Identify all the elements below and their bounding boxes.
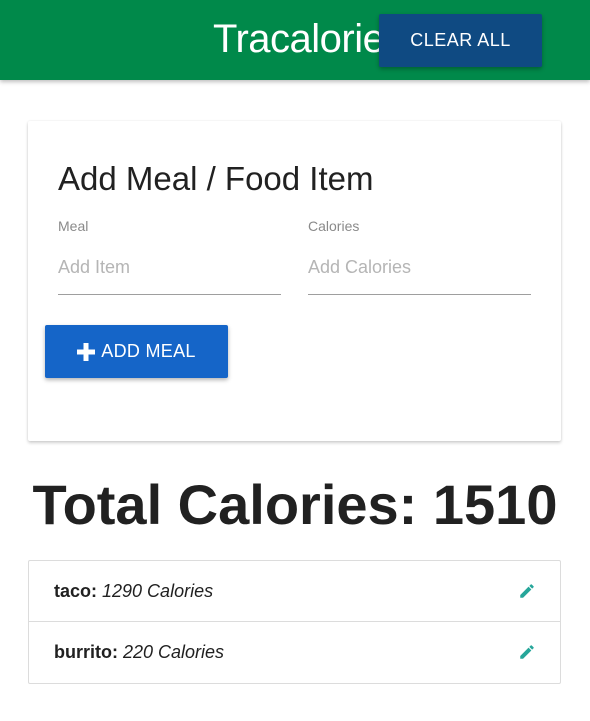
- item-calories: 1290 Calories: [102, 580, 214, 601]
- meal-input[interactable]: [58, 255, 281, 295]
- calories-input[interactable]: [308, 255, 531, 295]
- calories-field: Calories: [308, 217, 531, 295]
- add-meal-label: ADD MEAL: [101, 341, 196, 361]
- pencil-icon[interactable]: [518, 582, 536, 600]
- card-title: Add Meal / Food Item: [58, 160, 374, 197]
- item-name: taco:: [54, 580, 98, 601]
- item-calories: 220 Calories: [122, 642, 225, 662]
- meal-field: Meal: [58, 217, 281, 295]
- pencil-icon[interactable]: [518, 643, 536, 661]
- total-calories: Total Calories: 1510: [32, 473, 558, 536]
- item-name: burrito:: [54, 642, 118, 662]
- plus-icon: [77, 342, 96, 361]
- list-item: taco: 1290 Calories: [29, 561, 560, 622]
- meal-label: Meal: [58, 218, 89, 234]
- calories-label: Calories: [308, 218, 360, 234]
- list-item: burrito: 220 Calories: [29, 622, 560, 683]
- brand-logo[interactable]: Tracalorie: [213, 14, 385, 64]
- add-meal-button[interactable]: ADD MEAL: [45, 325, 228, 378]
- clear-all-button[interactable]: CLEAR ALL: [379, 14, 542, 67]
- meal-list: taco: 1290 Calories burrito: 220 Calorie…: [28, 560, 561, 684]
- add-meal-card: Add Meal / Food Item Meal Calories ADD M…: [28, 121, 561, 441]
- navbar: Tracalorie CLEAR ALL: [0, 0, 590, 80]
